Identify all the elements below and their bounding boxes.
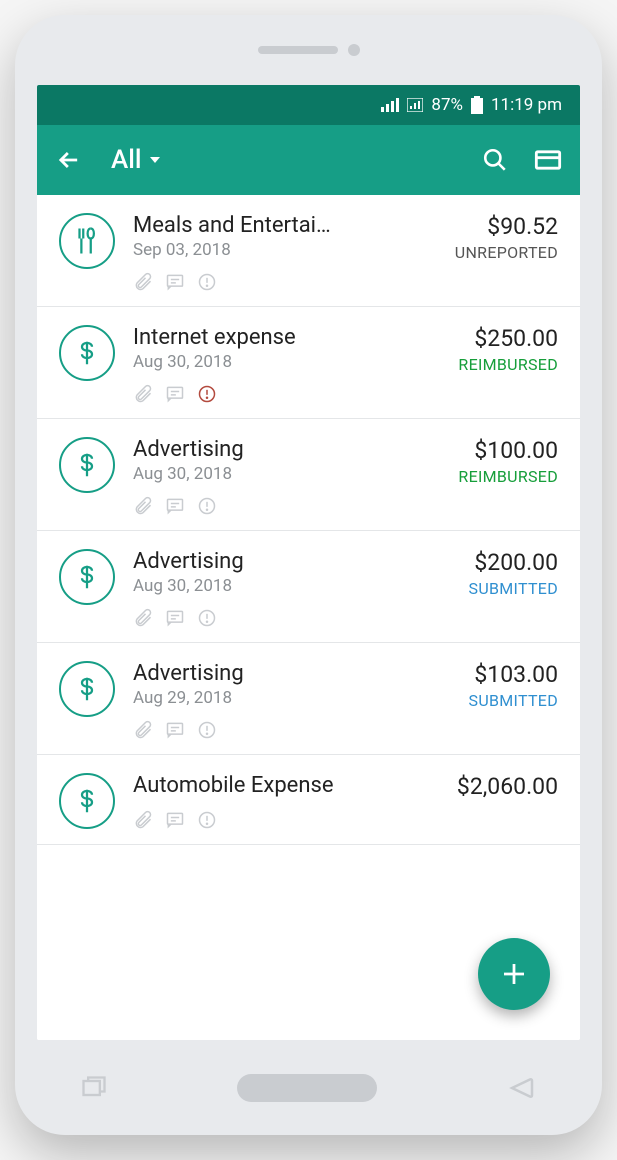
expense-meta-icons: [133, 608, 469, 628]
phone-camera: [348, 44, 360, 56]
expense-right: $2,060.00: [457, 773, 558, 803]
expense-main: AdvertisingAug 29, 2018: [133, 661, 469, 740]
card-icon: [534, 146, 562, 174]
phone-nav-bar: [15, 1040, 602, 1135]
back-button[interactable]: [55, 146, 83, 174]
expense-status: SUBMITTED: [469, 579, 558, 598]
expense-right: $250.00 REIMBURSED: [458, 325, 558, 374]
comment-icon: [165, 384, 185, 404]
alert-icon: [197, 496, 217, 516]
expense-status: REIMBURSED: [458, 355, 558, 374]
expense-status: REIMBURSED: [458, 467, 558, 486]
phone-speaker-area: [15, 15, 602, 85]
expense-right: $100.00 REIMBURSED: [458, 437, 558, 486]
expense-amount: $103.00: [469, 661, 558, 688]
expense-right: $200.00 SUBMITTED: [469, 549, 558, 598]
chevron-down-icon: [148, 153, 162, 167]
expense-row[interactable]: AdvertisingAug 29, 2018$103.00 SUBMITTED: [37, 643, 580, 755]
search-button[interactable]: [482, 147, 508, 173]
category-icon: [59, 213, 115, 269]
expense-main: Meals and Entertai…Sep 03, 2018: [133, 213, 455, 292]
expense-row[interactable]: AdvertisingAug 30, 2018$200.00 SUBMITTED: [37, 531, 580, 643]
expense-row[interactable]: Internet expenseAug 30, 2018$250.00 REIMB…: [37, 307, 580, 419]
expense-date: Aug 29, 2018: [133, 688, 469, 708]
alert-icon: [197, 810, 217, 830]
expense-amount: $250.00: [458, 325, 558, 352]
expense-category: Advertising: [133, 437, 373, 462]
expense-main: Internet expenseAug 30, 2018: [133, 325, 458, 404]
comment-icon: [165, 272, 185, 292]
category-icon: [59, 549, 115, 605]
category-icon: [59, 437, 115, 493]
clock-time: 11:19 pm: [491, 95, 562, 115]
recent-apps-icon: [80, 1074, 108, 1102]
expense-category: Automobile Expense: [133, 773, 373, 798]
expense-list[interactable]: Meals and Entertai…Sep 03, 2018$90.52 UNR…: [37, 195, 580, 1040]
expense-row[interactable]: Meals and Entertai…Sep 03, 2018$90.52 UNR…: [37, 195, 580, 307]
expense-row[interactable]: AdvertisingAug 30, 2018$100.00 REIMBURSED: [37, 419, 580, 531]
back-nav-icon: [507, 1073, 537, 1103]
expense-row[interactable]: Automobile Expense $2,060.00: [37, 755, 580, 845]
expense-date: Sep 03, 2018: [133, 240, 455, 260]
expense-meta-icons: [133, 810, 457, 830]
screen: 87% 11:19 pm All Meals and Entertai…Sep …: [37, 85, 580, 1040]
plus-icon: [499, 959, 529, 989]
expense-category: Advertising: [133, 661, 373, 686]
expense-main: AdvertisingAug 30, 2018: [133, 549, 469, 628]
battery-icon: [471, 96, 483, 114]
alert-icon: [197, 720, 217, 740]
expense-amount: $100.00: [458, 437, 558, 464]
network-icon: [407, 98, 423, 112]
expense-category: Advertising: [133, 549, 373, 574]
expense-date: Aug 30, 2018: [133, 352, 458, 372]
expense-amount: $2,060.00: [457, 773, 558, 800]
phone-speaker: [258, 46, 338, 54]
home-button: [237, 1074, 377, 1102]
comment-icon: [165, 810, 185, 830]
comment-icon: [165, 496, 185, 516]
category-icon: [59, 773, 115, 829]
app-bar: All: [37, 125, 580, 195]
expense-main: Automobile Expense: [133, 773, 457, 830]
comment-icon: [165, 608, 185, 628]
attachment-icon: [133, 496, 153, 516]
phone-frame: 87% 11:19 pm All Meals and Entertai…Sep …: [15, 15, 602, 1135]
expense-status: SUBMITTED: [469, 691, 558, 710]
expense-meta-icons: [133, 720, 469, 740]
attachment-icon: [133, 272, 153, 292]
attachment-icon: [133, 384, 153, 404]
expense-right: $90.52 UNREPORTED: [455, 213, 558, 262]
expense-amount: $200.00: [469, 549, 558, 576]
alert-icon: [197, 608, 217, 628]
expense-date: Aug 30, 2018: [133, 464, 458, 484]
expense-main: AdvertisingAug 30, 2018: [133, 437, 458, 516]
card-button[interactable]: [534, 146, 562, 174]
expense-category: Meals and Entertai…: [133, 213, 373, 238]
status-bar: 87% 11:19 pm: [37, 85, 580, 125]
battery-percent: 87%: [431, 95, 463, 115]
category-icon: [59, 661, 115, 717]
expense-meta-icons: [133, 496, 458, 516]
attachment-icon: [133, 810, 153, 830]
search-icon: [482, 147, 508, 173]
alert-icon: [197, 384, 217, 404]
filter-label: All: [111, 145, 142, 175]
signal-icon: [381, 98, 399, 112]
expense-date: Aug 30, 2018: [133, 576, 469, 596]
alert-icon: [197, 272, 217, 292]
filter-dropdown[interactable]: All: [111, 145, 162, 175]
expense-right: $103.00 SUBMITTED: [469, 661, 558, 710]
expense-meta-icons: [133, 272, 455, 292]
comment-icon: [165, 720, 185, 740]
expense-category: Internet expense: [133, 325, 373, 350]
attachment-icon: [133, 720, 153, 740]
expense-amount: $90.52: [455, 213, 558, 240]
category-icon: [59, 325, 115, 381]
expense-status: UNREPORTED: [455, 243, 558, 262]
attachment-icon: [133, 608, 153, 628]
expense-meta-icons: [133, 384, 458, 404]
add-expense-fab[interactable]: [478, 938, 550, 1010]
